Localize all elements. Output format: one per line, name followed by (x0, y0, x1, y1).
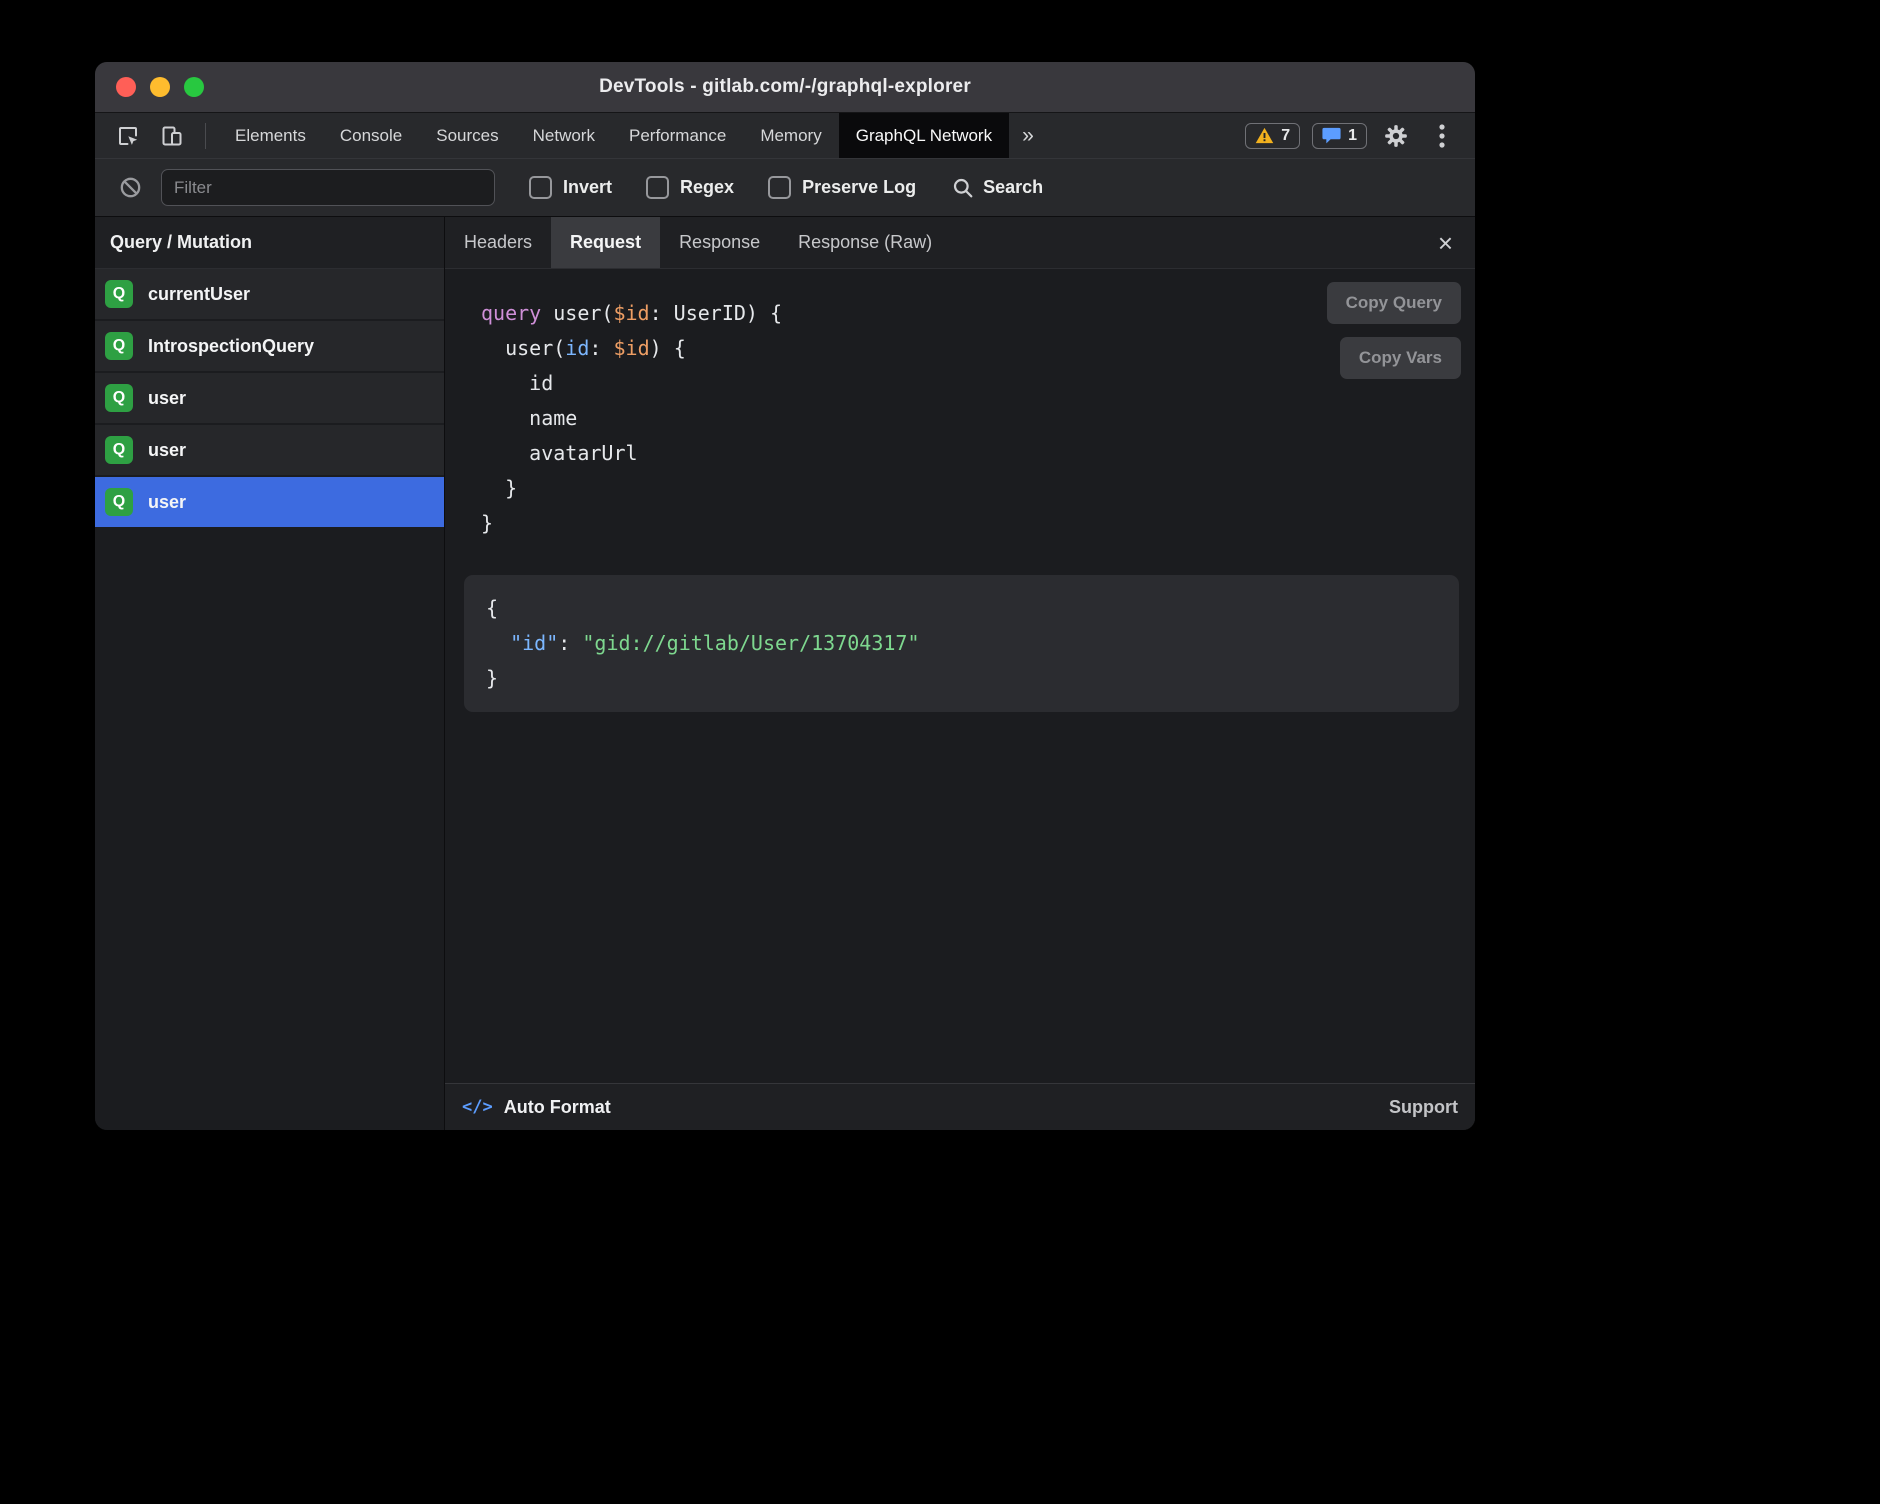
inspect-element-icon[interactable] (111, 119, 145, 153)
devtools-window: DevTools - gitlab.com/-/graphql-explorer… (95, 62, 1475, 1130)
warning-count: 7 (1281, 127, 1290, 145)
zoom-window-button[interactable] (184, 77, 204, 97)
code-brackets-icon: </> (462, 1097, 493, 1117)
settings-gear-icon[interactable] (1379, 119, 1413, 153)
regex-checkbox[interactable]: Regex (646, 176, 734, 199)
detail-tab-strip: HeadersRequestResponseResponse (Raw) × (445, 217, 1475, 269)
variables-box: { "id": "gid://gitlab/User/13704317"} (464, 575, 1459, 712)
device-toolbar-icon[interactable] (155, 119, 189, 153)
warnings-badge[interactable]: 7 (1245, 123, 1300, 149)
tab-performance[interactable]: Performance (612, 113, 743, 158)
code-line: query user($id: UserID) { (481, 296, 1459, 331)
query-name: user (148, 388, 186, 409)
code-line: { (486, 591, 1437, 626)
code-line: } (486, 661, 1437, 696)
toolbar-left-icons (95, 113, 218, 158)
tab-console[interactable]: Console (323, 113, 419, 158)
code-line: id (481, 366, 1459, 401)
search-toggle[interactable]: Search (952, 177, 1043, 199)
query-type-badge: Q (105, 488, 133, 516)
main-split: Query / Mutation QcurrentUserQIntrospect… (95, 217, 1475, 1130)
query-list-item[interactable]: QcurrentUser (95, 269, 444, 319)
detail-tab-response[interactable]: Response (660, 217, 779, 268)
copy-button-group: Copy Query Copy Vars (1327, 282, 1461, 379)
code-line: } (481, 471, 1459, 506)
filter-input[interactable] (161, 169, 495, 206)
query-list-item[interactable]: Quser (95, 373, 444, 423)
tab-sources[interactable]: Sources (419, 113, 515, 158)
checkbox-box[interactable] (768, 176, 791, 199)
auto-format-button[interactable]: </> Auto Format (462, 1097, 611, 1118)
query-list: QcurrentUserQIntrospectionQueryQuserQuse… (95, 269, 444, 1130)
search-label: Search (983, 177, 1043, 198)
request-tab-content: Copy Query Copy Vars query user($id: Use… (445, 269, 1475, 1083)
detail-tabs: HeadersRequestResponseResponse (Raw) (445, 217, 951, 268)
tab-memory[interactable]: Memory (743, 113, 838, 158)
more-options-icon[interactable] (1425, 119, 1459, 153)
message-bubble-icon (1322, 127, 1341, 144)
checkbox-label: Invert (563, 177, 612, 198)
request-detail-panel: HeadersRequestResponseResponse (Raw) × C… (445, 217, 1475, 1130)
query-type-badge: Q (105, 384, 133, 412)
detail-footer: </> Auto Format Support (445, 1083, 1475, 1130)
checkbox-box[interactable] (646, 176, 669, 199)
minimize-window-button[interactable] (150, 77, 170, 97)
invert-checkbox[interactable]: Invert (529, 176, 612, 199)
copy-vars-button[interactable]: Copy Vars (1340, 337, 1461, 379)
code-line: "id": "gid://gitlab/User/13704317" (486, 626, 1437, 661)
checkbox-box[interactable] (529, 176, 552, 199)
code-line: avatarUrl (481, 436, 1459, 471)
code-line: name (481, 401, 1459, 436)
support-link[interactable]: Support (1389, 1097, 1458, 1118)
close-window-button[interactable] (116, 77, 136, 97)
tab-network[interactable]: Network (516, 113, 612, 158)
code-line: } (481, 506, 1459, 541)
filter-bar: Invert Regex Preserve Log Search (95, 159, 1475, 217)
sidebar-header: Query / Mutation (95, 217, 444, 269)
devtools-toolbar: ElementsConsoleSourcesNetworkPerformance… (95, 113, 1475, 159)
detail-tab-response-raw[interactable]: Response (Raw) (779, 217, 951, 268)
checkbox-label: Preserve Log (802, 177, 916, 198)
query-name: user (148, 440, 186, 461)
filter-checkbox-group: Invert Regex Preserve Log (495, 176, 916, 199)
query-name: currentUser (148, 284, 250, 305)
code-line: user(id: $id) { (481, 331, 1459, 366)
tab-elements[interactable]: Elements (218, 113, 323, 158)
titlebar: DevTools - gitlab.com/-/graphql-explorer (95, 62, 1475, 113)
graphql-query-code: query user($id: UserID) { user(id: $id) … (481, 296, 1459, 541)
warning-icon (1255, 127, 1274, 144)
query-type-badge: Q (105, 436, 133, 464)
checkbox-label: Regex (680, 177, 734, 198)
auto-format-label: Auto Format (504, 1097, 611, 1118)
preserve-log-checkbox[interactable]: Preserve Log (768, 176, 916, 199)
panel-tab-strip: ElementsConsoleSourcesNetworkPerformance… (218, 113, 1009, 158)
tab-graphql-network[interactable]: GraphQL Network (839, 113, 1009, 158)
query-list-item[interactable]: Q IntrospectionQuery (95, 321, 444, 371)
detail-tab-headers[interactable]: Headers (445, 217, 551, 268)
issue-count: 1 (1348, 127, 1357, 145)
clear-block-icon[interactable] (113, 171, 147, 205)
detail-tab-request[interactable]: Request (551, 217, 660, 268)
query-name: IntrospectionQuery (148, 336, 314, 357)
traffic-lights (116, 77, 204, 97)
query-type-badge: Q (105, 332, 133, 360)
query-list-item[interactable]: Quser (95, 477, 444, 527)
copy-query-button[interactable]: Copy Query (1327, 282, 1461, 324)
more-panels-button[interactable]: » (1009, 113, 1047, 158)
window-title: DevTools - gitlab.com/-/graphql-explorer (95, 76, 1475, 98)
query-sidebar: Query / Mutation QcurrentUserQIntrospect… (95, 217, 445, 1130)
query-name: user (148, 492, 186, 513)
graphql-variables-code: { "id": "gid://gitlab/User/13704317"} (486, 591, 1437, 696)
search-icon (952, 177, 974, 199)
query-type-badge: Q (105, 280, 133, 308)
toolbar-right-controls: 7 1 (1245, 113, 1475, 158)
toolbar-separator (205, 123, 206, 149)
close-detail-icon[interactable]: × (1432, 230, 1459, 256)
issues-badge[interactable]: 1 (1312, 123, 1367, 149)
query-list-item[interactable]: Quser (95, 425, 444, 475)
